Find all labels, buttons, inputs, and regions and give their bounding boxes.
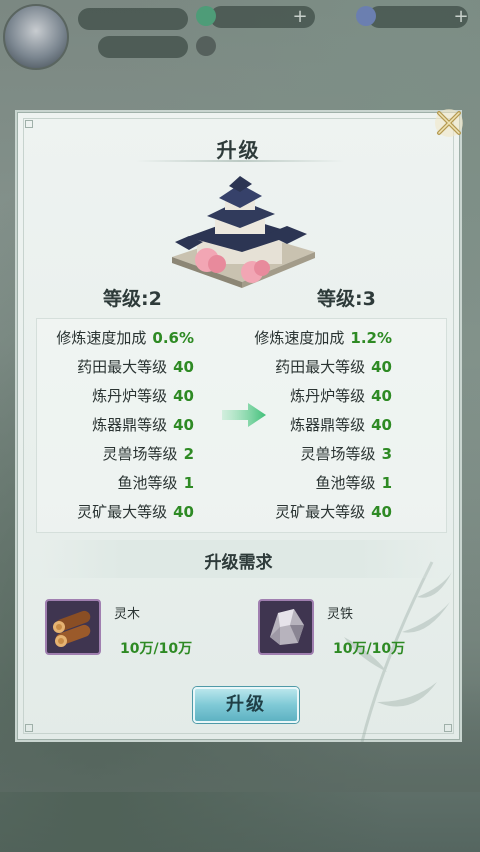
player-name-pill bbox=[78, 8, 188, 30]
current-level: 等级:2 bbox=[103, 288, 162, 310]
next-stat-row: 灵兽场等级 3 bbox=[300, 445, 392, 463]
title-divider bbox=[135, 160, 345, 162]
corner-ornament bbox=[25, 120, 33, 128]
add-crystal-icon: + bbox=[453, 6, 469, 27]
close-icon[interactable] bbox=[432, 106, 466, 140]
upgrade-panel: 升级 等级:2 等级:3 修炼速度加成 0.6% 药田最大等级 40 炼丹炉等级 40… bbox=[15, 109, 463, 742]
current-stat-row: 灵兽场等级 2 bbox=[102, 445, 194, 463]
panel-title: 升级 bbox=[216, 138, 261, 162]
item-count-wood: 10万/10万 bbox=[120, 641, 193, 657]
current-stat-row: 鱼池等级 1 bbox=[117, 474, 194, 492]
item-count-iron: 10万/10万 bbox=[333, 641, 406, 657]
next-stat-row: 灵矿最大等级 40 bbox=[275, 503, 392, 521]
current-stat-row: 修炼速度加成 0.6% bbox=[56, 329, 194, 347]
arrow-right-icon bbox=[222, 403, 266, 427]
next-level: 等级:3 bbox=[317, 288, 376, 310]
next-stat-row: 修炼速度加成 1.2% bbox=[254, 329, 392, 347]
add-jade-icon: + bbox=[292, 6, 308, 27]
upgrade-button[interactable]: 升级 bbox=[193, 687, 299, 723]
wood-logs-icon bbox=[53, 610, 91, 647]
current-stat-row: 炼器鼎等级 40 bbox=[92, 416, 194, 434]
iron-ore-icon bbox=[270, 609, 304, 645]
requirements-title: 升级需求 bbox=[204, 553, 273, 573]
player-title-pill bbox=[98, 36, 188, 58]
stats-comparison: 修炼速度加成 0.6% 药田最大等级 40 炼丹炉等级 40 炼器鼎等级 40 灵兽场等… bbox=[36, 318, 447, 533]
next-stat-row: 药田最大等级 40 bbox=[275, 358, 392, 376]
current-stat-row: 灵矿最大等级 40 bbox=[77, 503, 194, 521]
jade-icon bbox=[196, 6, 216, 26]
item-name-iron: 灵铁 bbox=[327, 607, 354, 622]
crystal-icon bbox=[356, 6, 376, 26]
current-stat-row: 药田最大等级 40 bbox=[77, 358, 194, 376]
building-image bbox=[172, 176, 315, 288]
corner-ornament bbox=[25, 724, 33, 732]
item-slot-wood[interactable] bbox=[45, 599, 101, 655]
next-stat-row: 炼丹炉等级 40 bbox=[290, 387, 392, 405]
top-hud: + + bbox=[0, 0, 480, 70]
next-stat-row: 鱼池等级 1 bbox=[315, 474, 392, 492]
next-stat-row: 炼器鼎等级 40 bbox=[290, 416, 392, 434]
current-stat-row: 炼丹炉等级 40 bbox=[92, 387, 194, 405]
player-avatar bbox=[3, 4, 69, 70]
item-slot-iron[interactable] bbox=[258, 599, 314, 655]
item-name-wood: 灵木 bbox=[114, 607, 141, 622]
power-icon bbox=[196, 36, 216, 56]
